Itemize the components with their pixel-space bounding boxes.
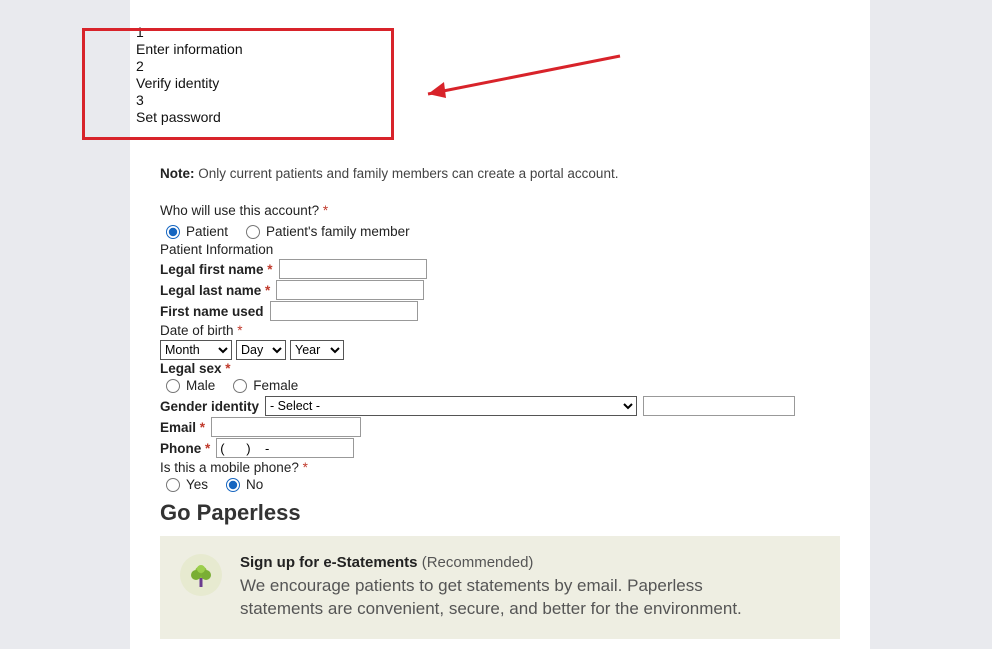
who-question: Who will use this account? * (160, 203, 846, 218)
select-dob-month[interactable]: Month (160, 340, 232, 360)
form-page: 1 Enter information 2 Verify identity 3 … (130, 0, 870, 649)
tree-icon (180, 554, 222, 596)
who-radio-group: Patient Patient's family member (166, 224, 846, 239)
label-first-name: Legal first name * (160, 262, 273, 277)
label-last-name: Legal last name * (160, 283, 270, 298)
paperless-body: We encourage patients to get statements … (240, 575, 760, 621)
radio-female-label: Female (253, 378, 298, 393)
label-phone: Phone * (160, 441, 210, 456)
radio-mobile-yes[interactable] (166, 478, 180, 492)
input-email[interactable] (211, 417, 361, 437)
annotation-box (82, 28, 394, 140)
note-line: Note: Only current patients and family m… (160, 166, 846, 181)
radio-family[interactable] (246, 225, 260, 239)
label-legal-sex: Legal sex * (160, 361, 231, 376)
radio-mobile-yes-label: Yes (186, 477, 208, 492)
heading-go-paperless: Go Paperless (160, 500, 846, 526)
label-gender-identity: Gender identity (160, 399, 259, 414)
select-dob-year[interactable]: Year (290, 340, 344, 360)
note-text: Only current patients and family members… (195, 166, 619, 181)
note-prefix: Note: (160, 166, 195, 181)
label-is-mobile: Is this a mobile phone? * (160, 460, 846, 475)
patient-info-heading: Patient Information (160, 242, 846, 257)
radio-patient-label: Patient (186, 224, 228, 239)
input-first-name-used[interactable] (270, 301, 418, 321)
radio-mobile-no-label: No (246, 477, 263, 492)
paperless-callout: Sign up for e-Statements (Recommended) W… (160, 536, 840, 639)
paperless-title: Sign up for e-Statements (240, 554, 418, 571)
radio-family-label: Patient's family member (266, 224, 410, 239)
input-gender-identity-other[interactable] (643, 396, 795, 416)
radio-patient[interactable] (166, 225, 180, 239)
radio-male-label: Male (186, 378, 215, 393)
label-email: Email * (160, 420, 205, 435)
input-first-name[interactable] (279, 259, 427, 279)
paperless-text: Sign up for e-Statements (Recommended) W… (240, 554, 760, 621)
form-content: Note: Only current patients and family m… (160, 166, 846, 639)
label-dob: Date of birth * (160, 323, 846, 338)
radio-female[interactable] (233, 379, 247, 393)
paperless-recommended: (Recommended) (418, 554, 534, 571)
select-dob-day[interactable]: Day (236, 340, 286, 360)
label-first-name-used: First name used (160, 304, 264, 319)
input-phone[interactable] (216, 438, 354, 458)
radio-male[interactable] (166, 379, 180, 393)
radio-mobile-no[interactable] (226, 478, 240, 492)
input-last-name[interactable] (276, 280, 424, 300)
select-gender-identity[interactable]: - Select - (265, 396, 637, 416)
